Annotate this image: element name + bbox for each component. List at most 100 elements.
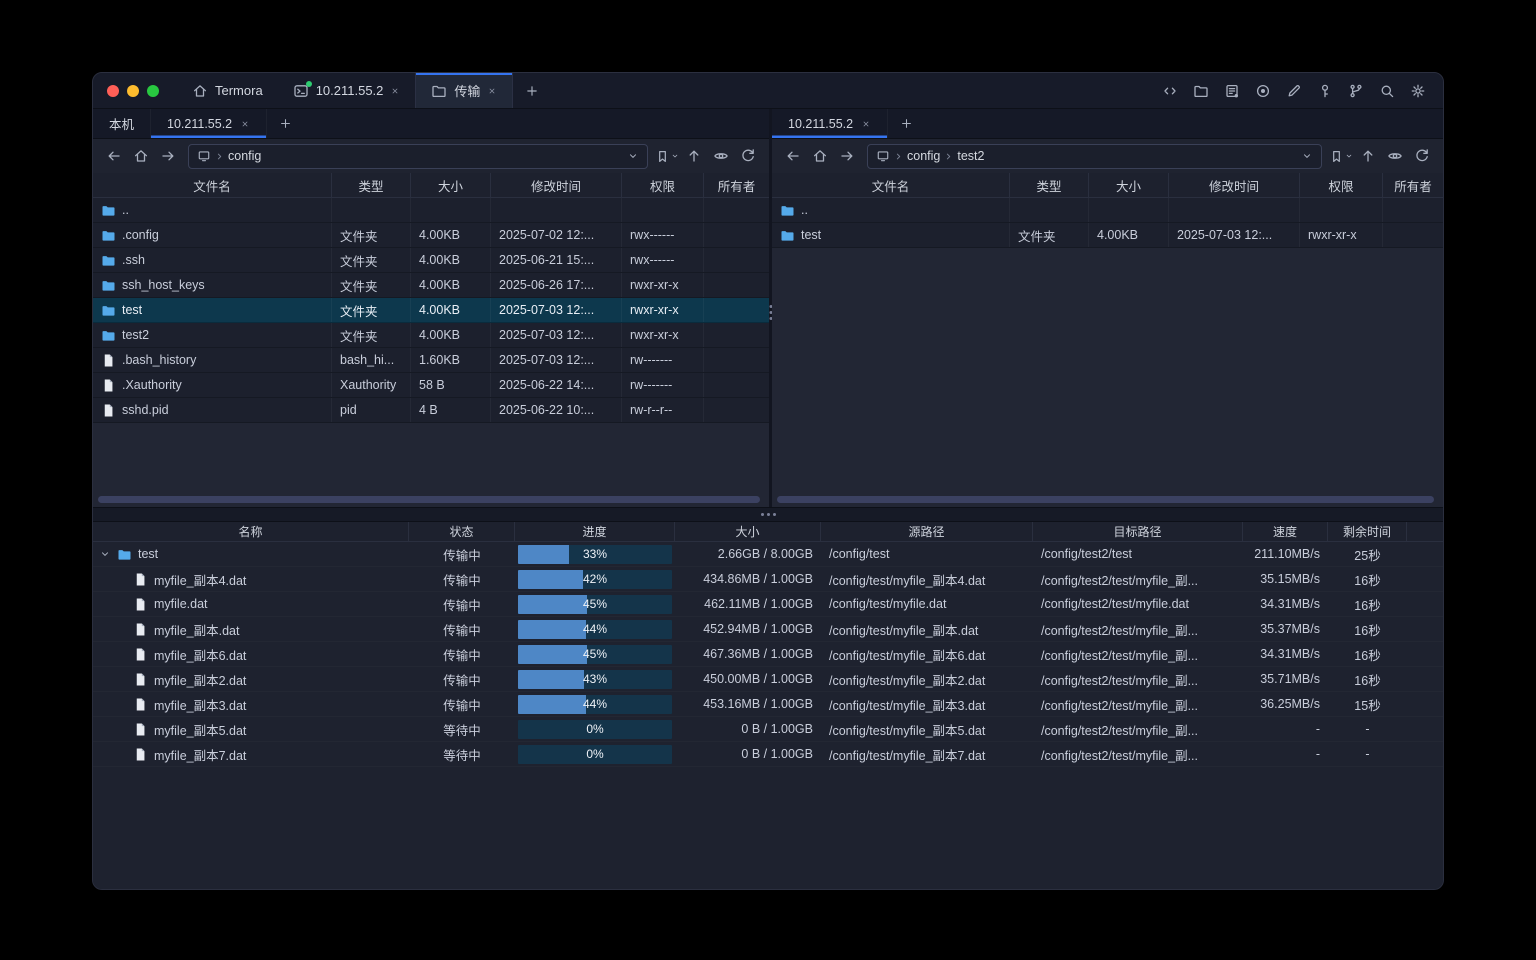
- right-refresh-button[interactable]: [1409, 143, 1435, 169]
- refresh-icon: [1414, 148, 1430, 164]
- chevron-down-icon[interactable]: [627, 150, 639, 162]
- transfer-panel: 名称状态进度大小源路径目标路径速度剩余时间 test传输中33%2.66GB /…: [93, 522, 1443, 889]
- left-parent-directory-button[interactable]: [681, 143, 707, 169]
- titlebar-tab-app[interactable]: Termora: [177, 73, 278, 108]
- pencil-button[interactable]: [1282, 79, 1306, 103]
- right-pane-new-tab-button[interactable]: [888, 109, 924, 138]
- transfer-column-header-5[interactable]: 目标路径: [1033, 522, 1243, 541]
- file-icon: [133, 572, 148, 587]
- transfer-row[interactable]: test传输中33%2.66GB / 8.00GB/config/test/co…: [93, 542, 1443, 567]
- transfer-column-header-4[interactable]: 源路径: [821, 522, 1033, 541]
- column-header-1[interactable]: 类型: [332, 173, 411, 197]
- column-header-5[interactable]: 所有者: [1383, 173, 1443, 197]
- file-row[interactable]: .ssh文件夹4.00KB2025-06-21 15:...rwx------: [93, 248, 769, 273]
- column-header-3[interactable]: 修改时间: [491, 173, 622, 197]
- file-row[interactable]: ..: [772, 198, 1443, 223]
- right-back-button[interactable]: [780, 143, 806, 169]
- column-header-3[interactable]: 修改时间: [1169, 173, 1300, 197]
- file-row[interactable]: test文件夹4.00KB2025-07-03 12:...rwxr-xr-x: [772, 223, 1443, 248]
- right-parent-directory-button[interactable]: [1355, 143, 1381, 169]
- left-bookmark-button[interactable]: [655, 149, 680, 164]
- breadcrumb-segment[interactable]: config: [907, 149, 940, 163]
- left-breadcrumb[interactable]: config: [188, 144, 648, 169]
- left-back-button[interactable]: [101, 143, 127, 169]
- column-header-4[interactable]: 权限: [622, 173, 704, 197]
- right-horizontal-scrollbar[interactable]: [777, 496, 1434, 503]
- settings-button[interactable]: [1406, 79, 1430, 103]
- transfer-row[interactable]: myfile_副本4.dat传输中42%434.86MB / 1.00GB/co…: [93, 567, 1443, 592]
- file-row[interactable]: test文件夹4.00KB2025-07-03 12:...rwxr-xr-x: [93, 298, 769, 323]
- transfer-column-header-7[interactable]: 剩余时间: [1328, 522, 1407, 541]
- transfer-row[interactable]: myfile.dat传输中45%462.11MB / 1.00GB/config…: [93, 592, 1443, 617]
- search-button[interactable]: [1375, 79, 1399, 103]
- transfer-remaining-time: 16秒: [1328, 592, 1407, 616]
- arrow-right-icon: [839, 148, 855, 164]
- transfer-column-header-2[interactable]: 进度: [515, 522, 675, 541]
- column-header-1[interactable]: 类型: [1010, 173, 1089, 197]
- minimize-window-button[interactable]: [127, 85, 139, 97]
- right-forward-button[interactable]: [834, 143, 860, 169]
- transfer-row[interactable]: myfile_副本.dat传输中44%452.94MB / 1.00GB/con…: [93, 617, 1443, 642]
- left-forward-button[interactable]: [155, 143, 181, 169]
- transfer-column-header-6[interactable]: 速度: [1243, 522, 1328, 541]
- transfer-column-header-1[interactable]: 状态: [409, 522, 515, 541]
- branch-button[interactable]: [1344, 79, 1368, 103]
- transfer-row[interactable]: myfile_副本6.dat传输中45%467.36MB / 1.00GB/co…: [93, 642, 1443, 667]
- chevron-down-icon[interactable]: [1301, 150, 1313, 162]
- record-button[interactable]: [1251, 79, 1275, 103]
- breadcrumb-segment[interactable]: test2: [957, 149, 984, 163]
- right-breadcrumb[interactable]: config test2: [867, 144, 1322, 169]
- column-header-0[interactable]: 文件名: [772, 173, 1010, 197]
- column-header-2[interactable]: 大小: [1089, 173, 1169, 197]
- transfer-source-path: /config/test/myfile.dat: [821, 592, 1033, 616]
- key-icon: [1317, 83, 1333, 99]
- titlebar-tab-10.211.55.2[interactable]: 10.211.55.2: [278, 73, 416, 108]
- file-row[interactable]: ..: [93, 198, 769, 223]
- key-button[interactable]: [1313, 79, 1337, 103]
- right-pane-tab-10.211.55.2[interactable]: 10.211.55.2: [772, 109, 888, 138]
- transfer-column-header-0[interactable]: 名称: [93, 522, 409, 541]
- left-pane-new-tab-button[interactable]: [267, 109, 303, 138]
- column-header-2[interactable]: 大小: [411, 173, 491, 197]
- breadcrumb-segment[interactable]: config: [228, 149, 261, 163]
- left-pane-tab-10.211.55.2[interactable]: 10.211.55.2: [151, 109, 267, 138]
- transfer-row[interactable]: myfile_副本2.dat传输中43%450.00MB / 1.00GB/co…: [93, 667, 1443, 692]
- left-horizontal-scrollbar[interactable]: [98, 496, 760, 503]
- folder-button[interactable]: [1189, 79, 1213, 103]
- new-terminal-tab-button[interactable]: [513, 73, 551, 108]
- horizontal-splitter[interactable]: [93, 507, 1443, 522]
- code-button[interactable]: [1158, 79, 1182, 103]
- transfer-row[interactable]: myfile_副本7.dat等待中0%0 B / 1.00GB/config/t…: [93, 742, 1443, 767]
- file-row[interactable]: .config文件夹4.00KB2025-07-02 12:...rwx----…: [93, 223, 769, 248]
- left-home-button[interactable]: [128, 143, 154, 169]
- right-bookmark-button[interactable]: [1329, 149, 1354, 164]
- left-show-hidden-files-button[interactable]: [708, 143, 734, 169]
- left-pane-tab-[interactable]: 本机: [93, 109, 151, 138]
- expand-chevron-icon[interactable]: [99, 548, 111, 560]
- titlebar-tab-tab[interactable]: 传输: [415, 73, 513, 108]
- column-header-0[interactable]: 文件名: [93, 173, 332, 197]
- close-icon[interactable]: [240, 119, 250, 129]
- file-row[interactable]: .XauthorityXauthority58 B2025-06-22 14:.…: [93, 373, 769, 398]
- close-icon[interactable]: [390, 86, 400, 96]
- column-header-5[interactable]: 所有者: [704, 173, 769, 197]
- right-home-button[interactable]: [807, 143, 833, 169]
- transfer-column-header-3[interactable]: 大小: [675, 522, 821, 541]
- close-icon[interactable]: [487, 86, 497, 96]
- file-row[interactable]: test2文件夹4.00KB2025-07-03 12:...rwxr-xr-x: [93, 323, 769, 348]
- maximize-window-button[interactable]: [147, 85, 159, 97]
- file-row[interactable]: .bash_historybash_hi...1.60KB2025-07-03 …: [93, 348, 769, 373]
- close-window-button[interactable]: [107, 85, 119, 97]
- transfer-row[interactable]: myfile_副本3.dat传输中44%453.16MB / 1.00GB/co…: [93, 692, 1443, 717]
- log-button[interactable]: [1220, 79, 1244, 103]
- file-row[interactable]: sshd.pidpid4 B2025-06-22 10:...rw-r--r--: [93, 398, 769, 423]
- arrow-left-icon: [785, 148, 801, 164]
- left-refresh-button[interactable]: [735, 143, 761, 169]
- file-panes: 本机10.211.55.2config文件名类型大小修改时间权限所有者...co…: [93, 109, 1443, 507]
- close-icon[interactable]: [861, 119, 871, 129]
- right-show-hidden-files-button[interactable]: [1382, 143, 1408, 169]
- transfer-row[interactable]: myfile_副本5.dat等待中0%0 B / 1.00GB/config/t…: [93, 717, 1443, 742]
- transfer-column-header-8[interactable]: [1407, 522, 1443, 541]
- file-row[interactable]: ssh_host_keys文件夹4.00KB2025-06-26 17:...r…: [93, 273, 769, 298]
- column-header-4[interactable]: 权限: [1300, 173, 1383, 197]
